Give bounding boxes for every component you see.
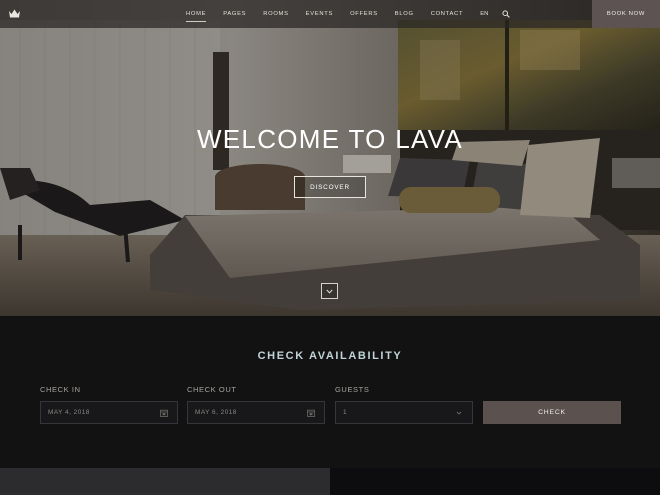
nav-item-pages[interactable]: PAGES: [223, 9, 246, 19]
check-button[interactable]: CHECK: [483, 401, 621, 424]
nav-item-events[interactable]: EVENTS: [306, 9, 333, 19]
guests-label: GUESTS: [335, 385, 370, 394]
nav-item-rooms[interactable]: ROOMS: [263, 9, 288, 19]
check-availability-section: CHECK AVAILABILITY CHECK IN MAY 4, 2018 …: [0, 316, 660, 468]
book-now-button[interactable]: BOOK NOW: [592, 0, 660, 28]
hero-section: HOME PAGES ROOMS EVENTS OFFERS BLOG CONT…: [0, 0, 660, 316]
search-icon[interactable]: [502, 10, 511, 18]
nav-item-offers[interactable]: OFFERS: [350, 9, 378, 19]
check-in-label: CHECK IN: [40, 385, 81, 394]
chevron-down-icon: [456, 411, 462, 415]
scroll-down-button[interactable]: [321, 283, 338, 299]
check-out-value: MAY 6, 2018: [195, 409, 237, 416]
footer-image-right: [330, 468, 660, 495]
check-in-field[interactable]: MAY 4, 2018: [40, 401, 178, 424]
guests-select[interactable]: 1: [335, 401, 473, 424]
nav-item-contact[interactable]: CONTACT: [431, 9, 464, 19]
section-title: CHECK AVAILABILITY: [257, 350, 403, 362]
main-menu: HOME PAGES ROOMS EVENTS OFFERS BLOG CONT…: [186, 0, 511, 28]
check-out-field[interactable]: MAY 6, 2018: [187, 401, 325, 424]
nav-item-blog[interactable]: BLOG: [395, 9, 414, 19]
calendar-icon: [160, 409, 168, 417]
hero-title: WELCOME TO LAVA: [196, 124, 464, 154]
discover-button[interactable]: DISCOVER: [294, 176, 366, 198]
nav-item-home[interactable]: HOME: [186, 9, 207, 22]
footer-image-left: [0, 468, 330, 495]
top-navigation-bar: HOME PAGES ROOMS EVENTS OFFERS BLOG CONT…: [0, 0, 660, 28]
guests-value: 1: [343, 409, 348, 416]
language-selector[interactable]: EN: [480, 11, 488, 17]
crown-icon[interactable]: [8, 8, 21, 19]
calendar-icon: [307, 409, 315, 417]
chevron-down-icon: [326, 289, 333, 294]
hero-overlay: [0, 0, 660, 316]
check-in-value: MAY 4, 2018: [48, 409, 90, 416]
check-out-label: CHECK OUT: [187, 385, 237, 394]
